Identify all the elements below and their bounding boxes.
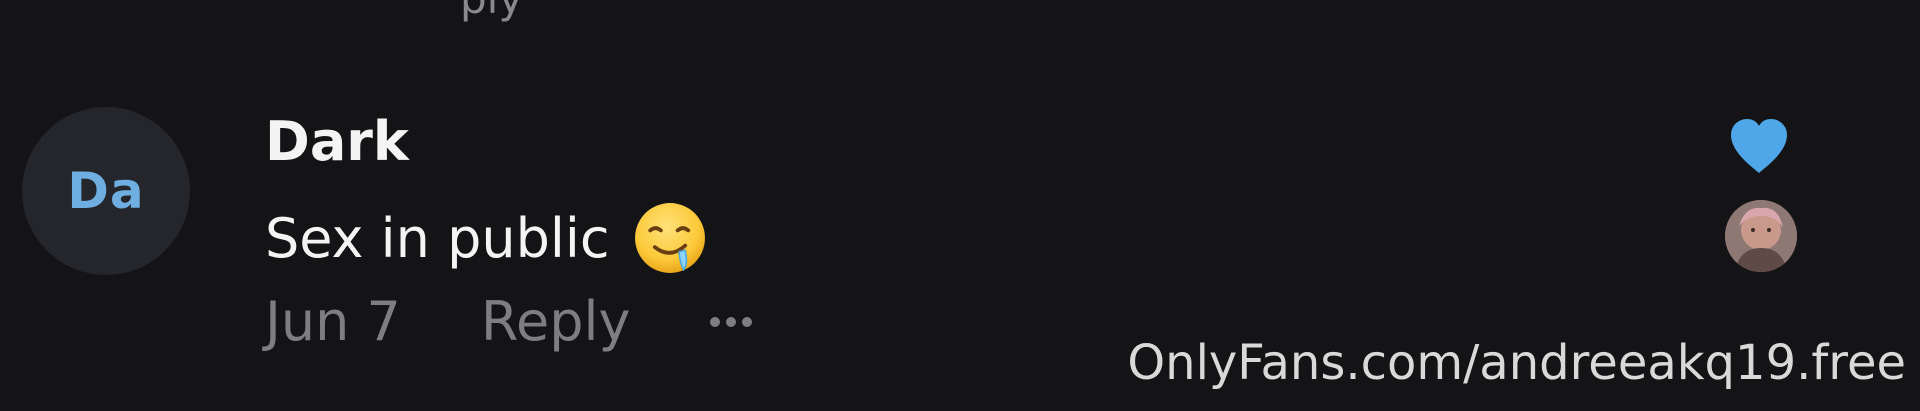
more-dot [710, 316, 721, 327]
more-dot [742, 316, 753, 327]
comment-date: Jun 7 [265, 290, 401, 353]
comment-meta: Jun 7 Reply [265, 290, 753, 353]
drooling-face-emoji-icon [634, 203, 705, 273]
liker-avatar[interactable] [1725, 200, 1797, 272]
reply-button[interactable]: Reply [481, 290, 631, 353]
liker-avatar-image [1725, 200, 1797, 272]
comment-text: Sex in public [265, 206, 610, 270]
more-dot [726, 316, 737, 327]
more-options-icon[interactable] [710, 295, 753, 349]
comment-author[interactable]: Dark [265, 110, 409, 173]
comment-body: Sex in public [265, 200, 708, 276]
avatar[interactable]: Da [22, 107, 190, 275]
watermark: OnlyFans.com/andreeakq19.free [1127, 335, 1906, 391]
heart-icon[interactable] [1727, 117, 1791, 175]
avatar-initials: Da [67, 162, 145, 220]
